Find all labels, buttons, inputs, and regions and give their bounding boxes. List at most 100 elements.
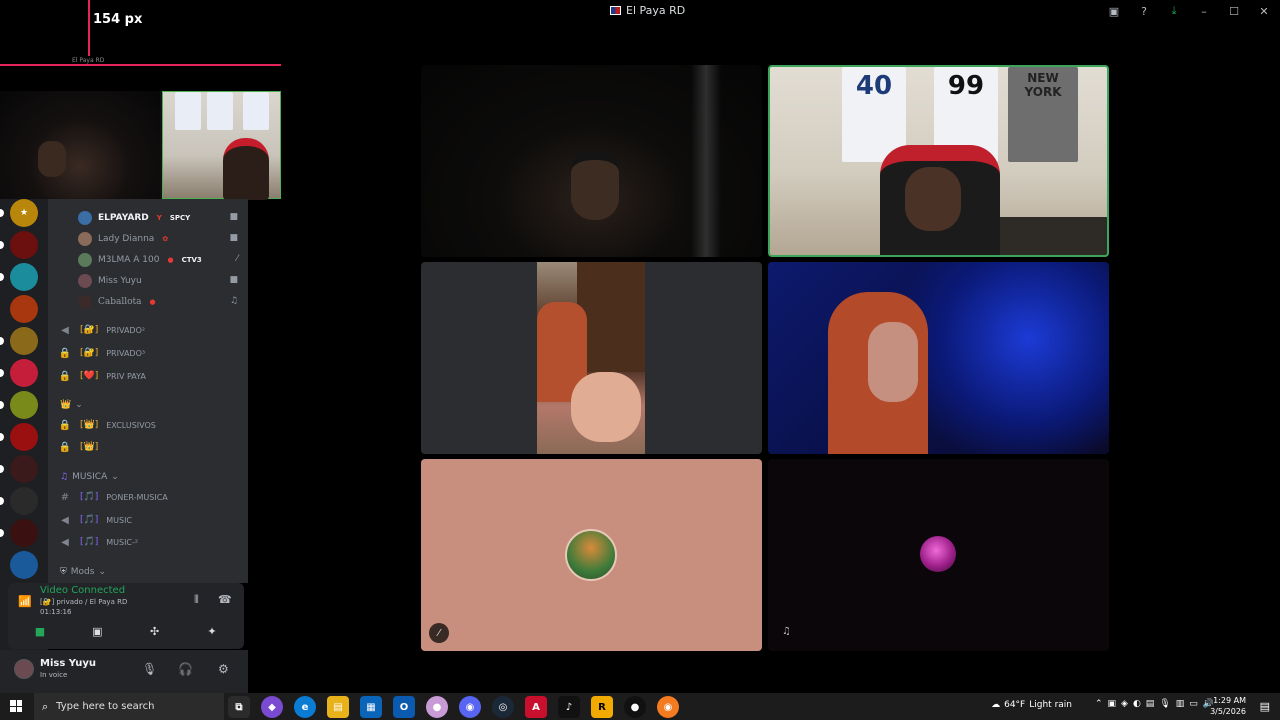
voice-member[interactable]: Miss Yuyu ■ bbox=[78, 272, 238, 290]
member-name: M3LMA A 100 bbox=[98, 255, 160, 265]
tray-app-icon[interactable]: ◐ bbox=[1133, 699, 1141, 709]
microphone-icon[interactable]: 🎙 bbox=[1159, 699, 1170, 709]
popout-preview[interactable] bbox=[0, 91, 281, 200]
task-view-icon[interactable]: ⧉ bbox=[228, 696, 250, 718]
server-icon[interactable] bbox=[10, 519, 38, 547]
channel-item[interactable]: ◀ [🔐] privado² bbox=[58, 321, 243, 339]
outlook-icon[interactable]: O bbox=[393, 696, 415, 718]
windows-start-icon[interactable] bbox=[10, 700, 22, 712]
video-tile[interactable] bbox=[421, 262, 762, 454]
server-icon[interactable] bbox=[10, 391, 38, 419]
channel-item[interactable]: 🔒 [👑] exclusivos bbox=[58, 416, 243, 434]
speaker-icon: ◀ bbox=[61, 324, 69, 336]
gear-icon[interactable]: ⚙ bbox=[218, 662, 229, 676]
app-icon[interactable]: ● bbox=[426, 696, 448, 718]
server-icon[interactable] bbox=[10, 359, 38, 387]
server-icon[interactable] bbox=[10, 423, 38, 451]
voice-member[interactable]: M3LMA A 100 ● CTV3 ⁄ bbox=[78, 251, 238, 269]
category-crown[interactable]: 👑 ⌄ bbox=[60, 400, 83, 410]
voice-location[interactable]: [🔐] privado / El Paya RD bbox=[40, 598, 127, 606]
video-tile-speaking[interactable]: 40 99 NEW YORK bbox=[768, 65, 1109, 257]
voice-member[interactable]: Caballota ● ♫ bbox=[78, 293, 238, 311]
video-tile[interactable] bbox=[421, 65, 762, 257]
server-icon[interactable] bbox=[10, 263, 38, 291]
signal-icon: 📶 bbox=[18, 595, 32, 608]
avatar[interactable] bbox=[14, 659, 34, 679]
minimize-icon[interactable]: – bbox=[1196, 3, 1212, 19]
server-icon[interactable] bbox=[10, 327, 38, 355]
shield-icon: ⛨ bbox=[60, 567, 67, 577]
network-icon[interactable]: ▥ bbox=[1176, 699, 1185, 709]
channel-item[interactable]: 🔒 [❤️] priv paya bbox=[58, 367, 243, 385]
server-icon[interactable] bbox=[10, 295, 38, 323]
clock-time: 1:29 AM bbox=[1213, 696, 1246, 705]
server-icon[interactable] bbox=[10, 231, 38, 259]
member-name: Lady Dianna bbox=[98, 234, 155, 244]
rockstar-icon[interactable]: R bbox=[591, 696, 613, 718]
channel-item[interactable]: ◀ [🎵] music-² bbox=[58, 533, 243, 551]
server-icon-star[interactable]: ★ bbox=[10, 199, 38, 227]
tray-app-icon[interactable]: ▤ bbox=[1146, 699, 1155, 709]
file-explorer-icon[interactable]: ▤ bbox=[327, 696, 349, 718]
maximize-icon[interactable]: ☐ bbox=[1226, 3, 1242, 19]
category-mods[interactable]: ⛨ Mods ⌄ bbox=[60, 567, 106, 577]
disconnect-icon[interactable]: ☎ bbox=[218, 593, 232, 606]
obs-icon[interactable]: ● bbox=[624, 696, 646, 718]
voice-member[interactable]: ELPAYARD Y SPCY ■ bbox=[78, 209, 238, 227]
channel-badge: [🔐] bbox=[80, 325, 99, 335]
close-icon[interactable]: ✕ bbox=[1256, 3, 1272, 19]
channel-name: exclusivos bbox=[106, 420, 156, 430]
server-icon[interactable] bbox=[10, 455, 38, 483]
tiktok-icon[interactable]: ♪ bbox=[558, 696, 580, 718]
camera-button[interactable]: ■ bbox=[16, 621, 64, 641]
chrome-icon[interactable]: ◉ bbox=[657, 696, 679, 718]
discord-icon[interactable]: ◉ bbox=[459, 696, 481, 718]
channel-item[interactable]: ◀ [🎵] music bbox=[58, 511, 243, 529]
screen-share-button[interactable]: ▣ bbox=[73, 621, 121, 641]
server-icon[interactable] bbox=[10, 487, 38, 515]
audio-tile[interactable]: ⁄ bbox=[421, 459, 762, 651]
channel-badge: [👑] bbox=[80, 420, 99, 430]
camera-icon: ■ bbox=[229, 275, 238, 285]
headphones-icon[interactable]: 🎧 bbox=[178, 662, 193, 676]
download-icon[interactable]: ⤓ bbox=[1166, 3, 1182, 19]
desk bbox=[1000, 217, 1107, 255]
noise-suppression-icon[interactable]: ⦀ bbox=[194, 593, 199, 607]
notification-icon[interactable]: ▤ bbox=[1260, 700, 1270, 713]
soundboard-button[interactable]: ✦ bbox=[188, 621, 236, 641]
voice-status[interactable]: Video Connected bbox=[40, 585, 125, 596]
channel-item[interactable]: 🔒 [🔐] privado³ bbox=[58, 344, 243, 362]
preview-jersey bbox=[243, 92, 269, 130]
inbox-icon[interactable]: ▣ bbox=[1106, 3, 1122, 19]
steam-icon[interactable]: ◎ bbox=[492, 696, 514, 718]
edge-icon[interactable]: e bbox=[294, 696, 316, 718]
channel-item[interactable]: 🔒 [👑] bbox=[58, 438, 243, 456]
help-icon[interactable]: ? bbox=[1136, 3, 1152, 19]
audio-tile[interactable]: ♫ bbox=[768, 459, 1109, 651]
taskbar-apps: ⧉ ◆ e ▤ ▦ O ● ◉ ◎ A ♪ R ● ◉ bbox=[228, 696, 679, 718]
avatar bbox=[78, 232, 92, 246]
channel-item[interactable]: # [🎵] poner-musica bbox=[58, 488, 243, 506]
server-icon[interactable] bbox=[10, 551, 38, 579]
display-icon[interactable]: ▭ bbox=[1189, 699, 1198, 709]
clock[interactable]: 1:29 AM 3/5/2026 bbox=[1206, 695, 1246, 717]
tray-app-icon[interactable]: ◈ bbox=[1121, 699, 1128, 709]
video-tile[interactable] bbox=[768, 262, 1109, 454]
category-musica[interactable]: ♫ MUSICA ⌄ bbox=[60, 472, 119, 482]
activities-button[interactable]: ✣ bbox=[131, 621, 179, 641]
hashtag-icon: # bbox=[60, 491, 70, 503]
tray-app-icon[interactable]: ▣ bbox=[1108, 699, 1117, 709]
role-icon: ● bbox=[167, 256, 174, 264]
mini-title: El Paya RD bbox=[72, 57, 105, 64]
store-icon[interactable]: ▦ bbox=[360, 696, 382, 718]
weather-icon: ☁ bbox=[991, 700, 1001, 710]
preview-person bbox=[223, 138, 269, 200]
taskbar-search[interactable]: ⌕ Type here to search bbox=[34, 693, 224, 720]
user-name[interactable]: Miss Yuyu bbox=[40, 658, 96, 669]
weather-widget[interactable]: ☁ 64°F Light rain bbox=[991, 700, 1072, 710]
copilot-icon[interactable]: ◆ bbox=[261, 696, 283, 718]
chevron-up-icon[interactable]: ⌃ bbox=[1095, 699, 1103, 709]
microphone-icon[interactable]: 🎙 bbox=[142, 662, 157, 676]
voice-member[interactable]: Lady Dianna ✿ ■ bbox=[78, 230, 238, 248]
adobe-icon[interactable]: A bbox=[525, 696, 547, 718]
